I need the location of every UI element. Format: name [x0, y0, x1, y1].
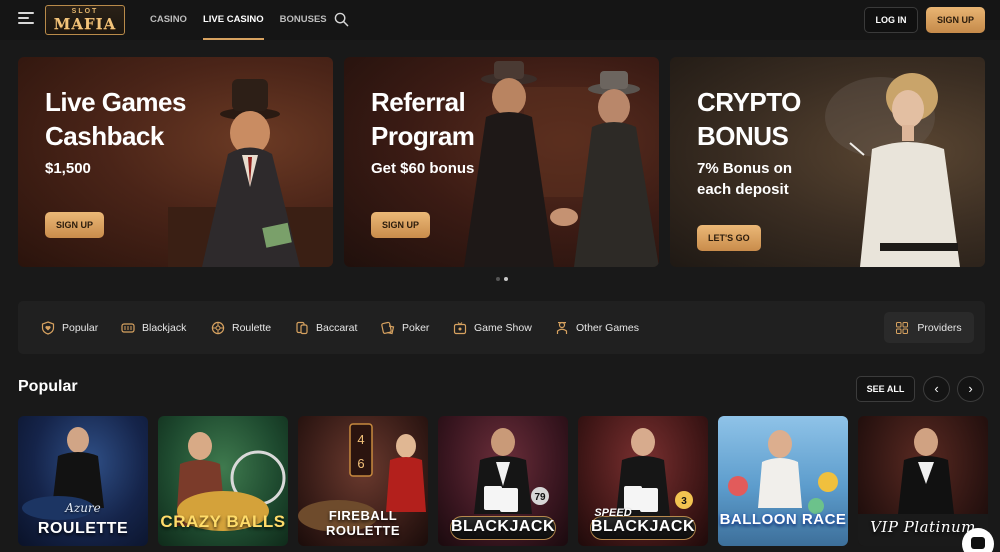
game-title: ROULETTE [37, 520, 129, 537]
category-bar: Popular Blackjack Roulette Baccarat Poke… [18, 301, 985, 354]
banner-cta-signup[interactable]: SIGN UP [45, 212, 105, 238]
cards-icon [121, 322, 135, 333]
login-button[interactable]: LOG IN [864, 7, 918, 33]
banner-title: Live Games Cashback [45, 87, 186, 151]
nav-casino[interactable]: CASINO [150, 0, 187, 40]
hamburger-menu-icon[interactable] [18, 12, 34, 26]
svg-text:3: 3 [681, 496, 687, 507]
banner-cta-lets-go[interactable]: LET'S GO [697, 225, 761, 251]
site-logo[interactable]: SLOT MAFIA [45, 5, 125, 35]
nav-bonuses[interactable]: BONUSES [280, 0, 327, 40]
game-title: FIREBALL ROULETTE [325, 508, 401, 538]
prev-arrow-icon[interactable]: ‹ [923, 376, 950, 402]
next-arrow-icon[interactable]: › [957, 376, 984, 402]
category-poker[interactable]: Poker [381, 301, 429, 354]
section-title-popular: Popular [18, 378, 78, 395]
mobster-illustration [168, 79, 333, 267]
promo-banner-crypto[interactable]: CRYPTO BONUS 7% Bonus on each deposit LET'… [670, 57, 985, 267]
category-blackjack[interactable]: Blackjack [121, 301, 186, 354]
signup-button[interactable]: SIGN UP [926, 7, 985, 33]
carousel-dot-2[interactable] [504, 277, 508, 281]
nav-live-casino[interactable]: LIVE CASINO [202, 0, 264, 40]
see-all-button[interactable]: SEE ALL [856, 376, 915, 402]
banner-subtitle: $1,500 [45, 160, 91, 177]
category-label: Game Show [474, 321, 532, 334]
baccarat-icon [296, 321, 308, 334]
chat-support-icon[interactable] [962, 528, 994, 552]
game-tile-balloon-race[interactable]: BALLOON RACE [718, 416, 848, 546]
carousel-dot-1[interactable] [496, 277, 500, 281]
dealer-icon [556, 321, 568, 334]
category-label: Roulette [232, 321, 272, 334]
heart-shield-icon [41, 320, 55, 335]
banner-subtitle: 7% Bonus on each deposit [697, 160, 793, 198]
game-tile-speed-blackjack[interactable]: 3 SPEED BLACKJACK [578, 416, 708, 546]
category-popular[interactable]: Popular [41, 301, 98, 354]
banner-title: CRYPTO BONUS [697, 87, 801, 151]
grid-icon [896, 321, 909, 334]
roulette-icon [211, 321, 225, 334]
game-tile-blackjack[interactable]: 79 BLACKJACK [438, 416, 568, 546]
game-tile-fireball-roulette[interactable]: 4 6 FIREBALL ROULETTE [298, 416, 428, 546]
svg-text:79: 79 [534, 492, 546, 503]
category-other-games[interactable]: Other Games [555, 301, 639, 354]
logo-big-text: MAFIA [53, 15, 117, 33]
main-nav: CASINO LIVE CASINO BONUSES [150, 0, 343, 40]
carousel-dots [496, 277, 508, 281]
providers-button[interactable]: Providers [884, 312, 974, 343]
poker-icon [381, 321, 395, 334]
woman-illustration [825, 73, 960, 267]
category-label: Other Games [576, 321, 640, 334]
game-title: BLACKJACK [450, 518, 556, 535]
promo-banner-referral[interactable]: Referral Program Get $60 bonus SIGN UP [344, 57, 659, 267]
svg-text:4: 4 [357, 432, 364, 447]
game-tile-vip-platinum[interactable]: VIP Platinum [858, 416, 988, 546]
game-subtitle: Azure [65, 501, 101, 515]
game-tile-azure-roulette[interactable]: Azure ROULETTE [18, 416, 148, 546]
game-title: BLACKJACK [590, 518, 696, 535]
category-game-show[interactable]: Game Show [453, 301, 532, 354]
tv-icon [453, 321, 467, 334]
category-baccarat[interactable]: Baccarat [295, 301, 357, 354]
game-tile-crazy-balls[interactable]: CRAZY BALLS [158, 416, 288, 546]
category-label: Poker [402, 321, 430, 334]
category-label: Baccarat [316, 321, 358, 334]
category-roulette[interactable]: Roulette [211, 301, 271, 354]
game-title: BALLOON RACE [719, 511, 847, 528]
banner-cta-signup[interactable]: SIGN UP [371, 212, 431, 238]
svg-text:6: 6 [357, 456, 364, 471]
banner-subtitle: Get $60 bonus [371, 160, 475, 177]
search-icon[interactable] [334, 12, 349, 27]
category-label: Blackjack [142, 321, 187, 334]
promo-banner-cashback[interactable]: Live Games Cashback $1,500 SIGN UP [18, 57, 333, 267]
top-header: SLOT MAFIA CASINO LIVE CASINO BONUSES LO… [0, 0, 1000, 40]
banner-title: Referral Program [371, 87, 475, 151]
category-label: Popular [62, 321, 99, 334]
handshake-illustration [464, 61, 659, 267]
game-title: CRAZY BALLS [160, 512, 286, 531]
providers-label: Providers [917, 321, 962, 334]
